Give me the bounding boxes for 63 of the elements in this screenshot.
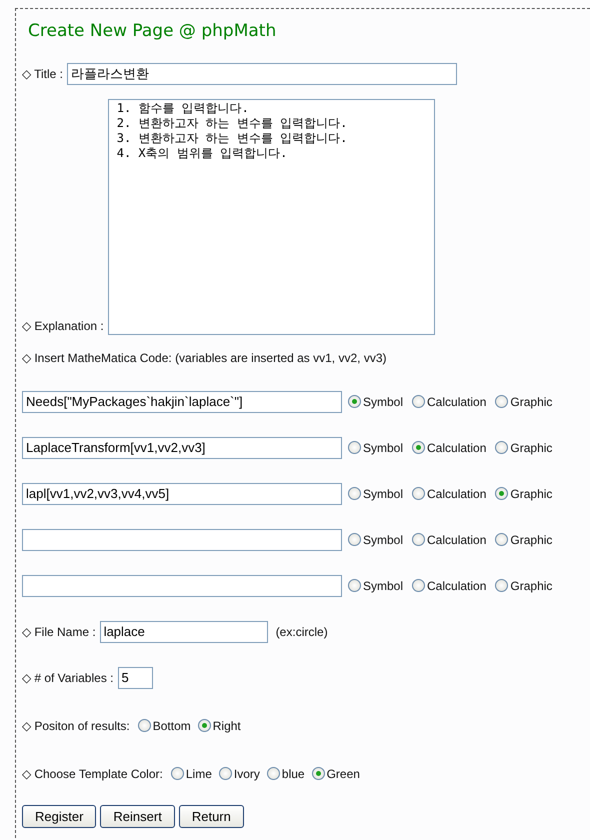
option-label: Right (212, 718, 241, 734)
radio-button[interactable] (495, 395, 508, 408)
radio-button[interactable] (495, 579, 508, 592)
input-field[interactable] (22, 574, 342, 596)
field-label: ◇ Explanation : (22, 318, 104, 334)
field-label: ◇ File Name : (22, 624, 96, 640)
option-label: Symbol (363, 394, 404, 410)
option-label: Calculation (427, 486, 486, 502)
option-label: Calculation (427, 578, 486, 594)
option-label: Graphic (510, 578, 552, 594)
option-label: Ivory (234, 766, 260, 782)
option-label: Graphic (510, 440, 552, 456)
option-label: Calculation (427, 440, 486, 456)
input-field[interactable]: LaplaceTransform[vv1,vv2,vv3] (22, 436, 342, 458)
section-label: ◇ Insert MatheMatica Code: (variables are inserted as vv1, vv2, vv3) (22, 350, 386, 366)
option-label: Symbol (363, 532, 404, 548)
input-field[interactable]: laplace (100, 620, 268, 642)
input-field[interactable] (22, 528, 342, 550)
option-label: Graphic (510, 394, 552, 410)
option-label: Bottom (152, 718, 191, 734)
radio-button[interactable] (495, 441, 508, 454)
radio-button[interactable] (412, 579, 426, 592)
input-field[interactable]: Needs["MyPackages`hakjin`laplace`"] (22, 390, 342, 412)
form-button[interactable]: Register (22, 804, 96, 828)
radio-button[interactable] (170, 767, 184, 780)
field-label: ◇ Choose Template Color: (22, 766, 163, 782)
option-label: Graphic (510, 532, 552, 548)
radio-button[interactable] (348, 579, 361, 592)
option-label: Lime (186, 766, 212, 782)
radio-button[interactable] (348, 487, 361, 500)
page-heading: Create New Page @ phpMath (28, 20, 278, 43)
radio-button[interactable] (412, 395, 426, 408)
form-button[interactable]: Reinsert (100, 804, 175, 828)
option-label: Symbol (363, 578, 404, 594)
hint-text: (ex:circle) (276, 624, 328, 640)
radio-button[interactable] (348, 441, 361, 454)
radio-button[interactable] (412, 533, 426, 546)
radio-button[interactable] (312, 767, 325, 780)
option-label: Calculation (427, 532, 486, 548)
option-label: Green (326, 766, 360, 782)
radio-button[interactable] (495, 487, 508, 500)
input-field[interactable]: 5 (118, 666, 152, 688)
option-label: Symbol (363, 486, 404, 502)
radio-button[interactable] (218, 767, 232, 780)
input-field[interactable]: lapl[vv1,vv2,vv3,vv4,vv5] (22, 482, 342, 504)
radio-button[interactable] (348, 533, 361, 546)
input-field[interactable]: 라플라스변환 (67, 62, 458, 84)
radio-button[interactable] (266, 767, 280, 780)
text-area[interactable]: 1. 함수를 입력합니다. 2. 변환하고자 하는 변수를 입력합니다. 3. 변환하고자 하는 변수를 입력합니다. 4. X축의 범위를 입력합니다. (108, 98, 435, 334)
radio-button[interactable] (412, 441, 426, 454)
option-label: Graphic (510, 486, 552, 502)
field-label: ◇ Positon of results: (22, 718, 130, 734)
option-label: Symbol (363, 440, 404, 456)
form-button[interactable]: Return (178, 804, 244, 828)
option-label: blue (282, 766, 305, 782)
field-label: ◇ Title : (22, 66, 64, 82)
radio-button[interactable] (198, 719, 211, 732)
option-label: Calculation (427, 394, 486, 410)
radio-button[interactable] (348, 395, 361, 408)
radio-button[interactable] (495, 533, 508, 546)
radio-button[interactable] (138, 719, 151, 732)
radio-button[interactable] (412, 487, 426, 500)
field-label: ◇ # of Variables : (22, 670, 114, 686)
